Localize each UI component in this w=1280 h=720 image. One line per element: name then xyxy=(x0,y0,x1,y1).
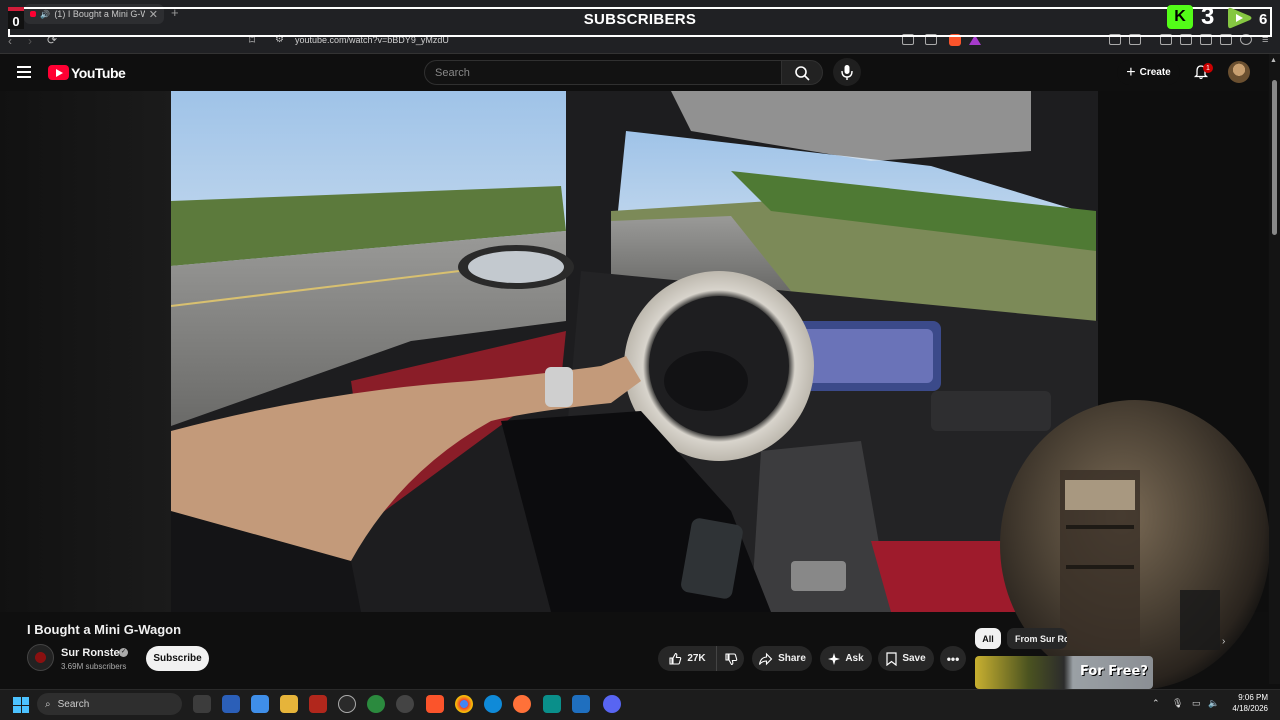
microphone-icon xyxy=(841,65,853,80)
search-button[interactable] xyxy=(781,60,823,85)
thumbs-up-icon xyxy=(669,652,682,665)
channel-subscriber-count: 3.69M subscribers xyxy=(61,662,127,671)
kick-logo-icon: K xyxy=(1167,5,1193,29)
volume-icon[interactable]: 🔈 xyxy=(1208,698,1219,709)
save-label: Save xyxy=(902,653,926,664)
overlay-title: SUBSCRIBERS xyxy=(583,11,697,28)
remote-app-icon[interactable] xyxy=(251,695,269,713)
firefox-icon[interactable] xyxy=(513,695,531,713)
ask-label: Ask xyxy=(845,653,864,664)
media-app-icon[interactable] xyxy=(309,695,327,713)
thumbnail-caption: For Free? xyxy=(1080,664,1148,679)
filter-chip-all[interactable]: All xyxy=(975,628,1001,649)
clock-app-icon[interactable] xyxy=(338,695,356,713)
like-button[interactable]: 27K xyxy=(658,646,716,671)
share-arrow-icon xyxy=(759,652,773,665)
scrollbar-thumb[interactable] xyxy=(1272,80,1277,235)
video-frame-pov-driving xyxy=(171,91,1098,612)
thumbs-down-icon xyxy=(724,652,737,665)
obs-icon[interactable] xyxy=(396,695,414,713)
plus-icon: + xyxy=(1126,63,1136,81)
app-shield-icon[interactable] xyxy=(367,695,385,713)
outlook-icon[interactable] xyxy=(222,695,240,713)
dislike-button[interactable] xyxy=(716,646,744,671)
kick-subscriber-count: 3 xyxy=(1201,3,1215,30)
discord-icon[interactable] xyxy=(603,695,621,713)
hamburger-menu-icon[interactable] xyxy=(17,66,31,78)
bookmark-save-icon xyxy=(886,651,897,666)
file-explorer-icon[interactable] xyxy=(280,695,298,713)
task-view-icon[interactable] xyxy=(193,695,211,713)
ask-button[interactable]: Ask xyxy=(820,646,872,671)
video-player[interactable] xyxy=(171,91,1098,612)
chrome-icon[interactable] xyxy=(455,695,473,713)
subscribe-button[interactable]: Subscribe xyxy=(146,646,209,671)
taskbar-search-label: Search xyxy=(57,698,90,710)
more-actions-button[interactable]: ••• xyxy=(940,646,966,671)
taskbar-search-box[interactable]: ⌕ Search xyxy=(37,693,182,715)
create-label: Create xyxy=(1139,67,1171,78)
sparkle-icon xyxy=(828,652,841,665)
network-icon[interactable]: ▭ xyxy=(1192,698,1201,709)
chevron-right-icon[interactable]: › xyxy=(1222,636,1225,647)
like-count: 27K xyxy=(687,653,706,664)
search-input[interactable]: Search xyxy=(424,60,782,85)
notification-badge: 1 xyxy=(1203,63,1213,73)
filter-chip-from-channel[interactable]: From Sur Ronster xyxy=(1007,628,1067,649)
share-button[interactable]: Share xyxy=(752,646,812,671)
tray-overflow-icon[interactable]: ⌃ xyxy=(1152,698,1160,709)
channel-name[interactable]: Sur Ronster xyxy=(61,647,124,659)
voice-search-button[interactable] xyxy=(833,58,861,86)
create-button[interactable]: + Create xyxy=(1117,60,1180,85)
taskbar-time[interactable]: 9:06 PM xyxy=(1228,693,1268,702)
edge-icon[interactable] xyxy=(484,695,502,713)
windows-taskbar xyxy=(0,689,1280,720)
taskbar-date[interactable]: 4/18/2026 xyxy=(1222,704,1268,713)
mic-tray-icon[interactable]: 🎙 xyxy=(1172,698,1183,709)
scroll-up-icon[interactable]: ▲ xyxy=(1270,57,1277,64)
verified-check-icon: ✓ xyxy=(119,648,128,657)
save-button[interactable]: Save xyxy=(878,646,934,671)
taskbar-search-icon: ⌕ xyxy=(45,698,51,710)
channel-avatar[interactable] xyxy=(27,644,54,671)
windows-start-icon[interactable] xyxy=(13,697,29,713)
share-label: Share xyxy=(778,653,806,664)
search-icon xyxy=(795,66,810,81)
youtube-logo-icon[interactable] xyxy=(48,65,69,80)
video-title: I Bought a Mini G-Wagon xyxy=(27,622,182,637)
theater-backdrop-left xyxy=(0,91,171,612)
brave-browser-icon[interactable] xyxy=(426,695,444,713)
account-avatar[interactable] xyxy=(1228,61,1250,83)
rumble-subscriber-count: 6 xyxy=(1259,11,1268,28)
arduino-icon[interactable] xyxy=(543,695,561,713)
rumble-logo-icon xyxy=(1228,7,1252,29)
vscode-icon[interactable] xyxy=(572,695,590,713)
youtube-wordmark[interactable]: YouTube xyxy=(71,65,126,81)
